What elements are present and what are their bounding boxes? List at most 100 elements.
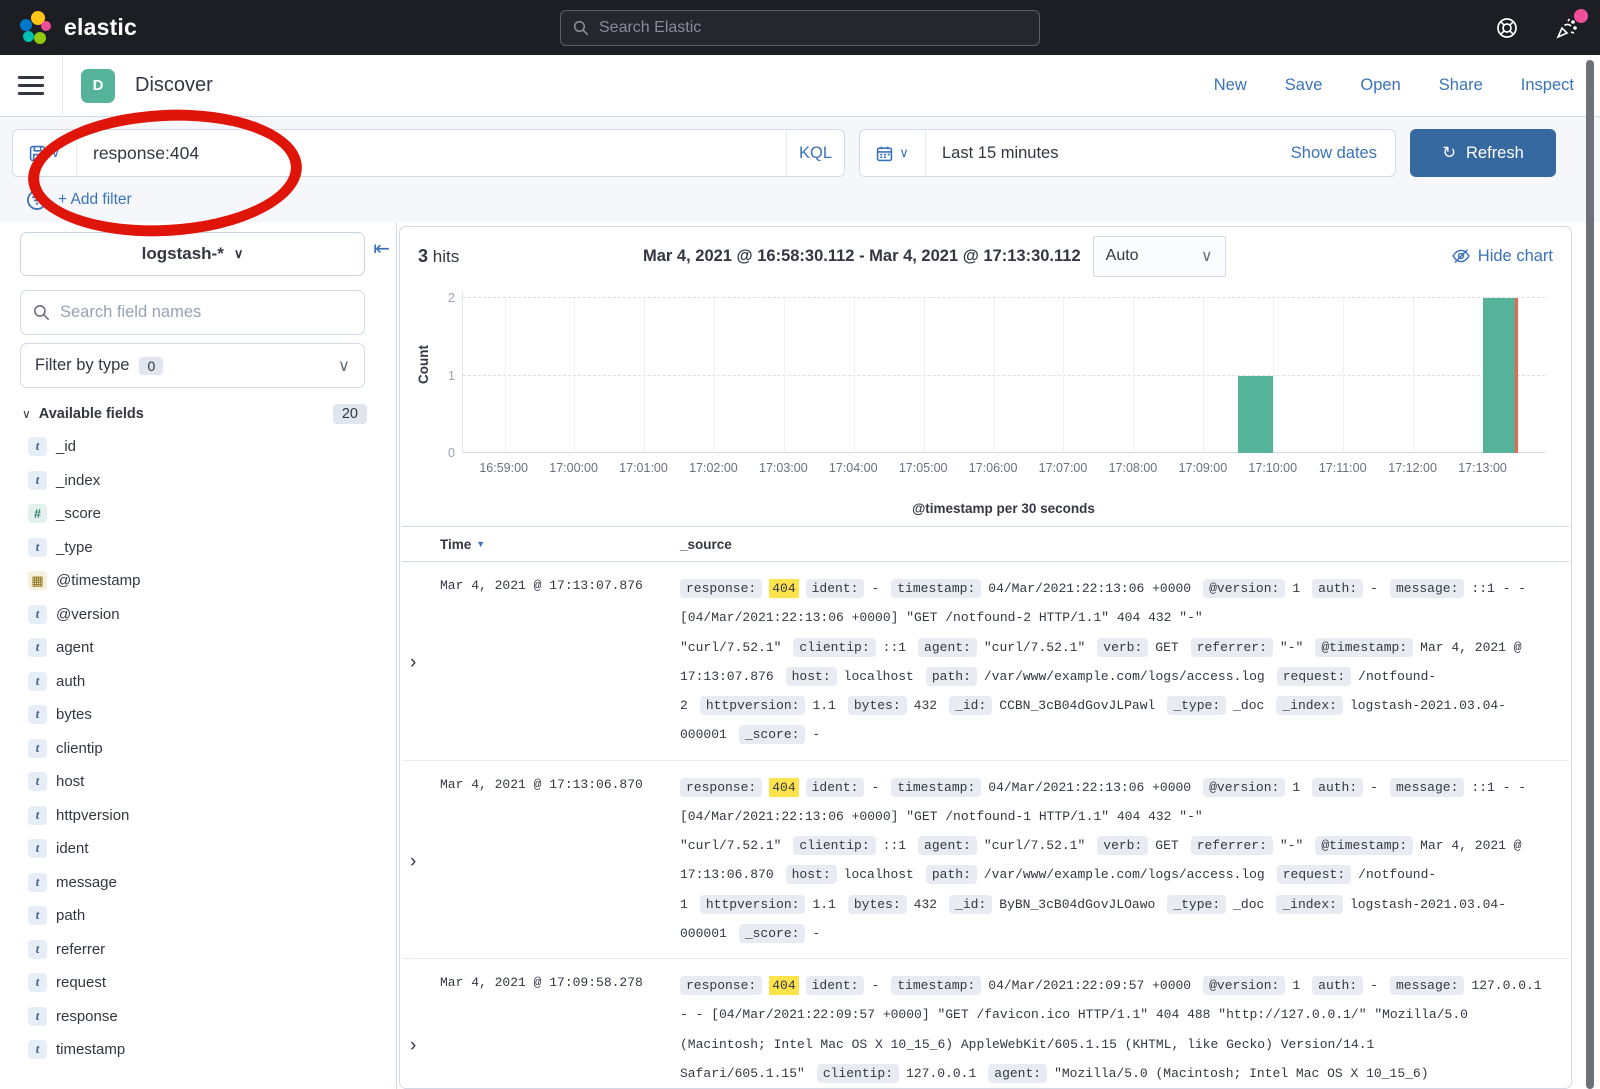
time-column-header[interactable]: Time ▼ [440,537,680,552]
field-value: _doc [1233,897,1264,912]
open-button[interactable]: Open [1360,76,1400,95]
field-value: ::1 [883,838,906,853]
field-chip-agent: agent: [988,1064,1047,1083]
hide-chart-button[interactable]: Hide chart [1452,247,1553,266]
help-icon[interactable] [1494,15,1520,41]
chevron-down-icon: ∨ [899,145,909,161]
interval-select[interactable]: Auto ∨ [1093,236,1226,277]
date-picker-menu-button[interactable]: ∨ [860,130,926,176]
show-dates-button[interactable]: Show dates [1273,144,1395,163]
histogram-bar-17:09:30[interactable] [1238,376,1273,454]
field-item-host[interactable]: thost [20,765,376,799]
field-type-string-icon: t [28,940,47,959]
field-item-referrer[interactable]: treferrer [20,933,376,967]
field-item-request[interactable]: trequest [20,966,376,1000]
field-item-ident[interactable]: tident [20,832,376,866]
source-column-header: _source [680,537,732,552]
query-input[interactable]: response:404 [77,130,786,176]
available-fields-header[interactable]: ∨ Available fields 20 [22,404,367,424]
kql-language-button[interactable]: KQL [786,130,844,176]
field-chip-bytes: bytes: [848,696,907,715]
x-tick: 17:03:00 [759,461,808,475]
x-axis: 16:59:0017:00:0017:01:0017:02:0017:03:00… [462,461,1545,485]
field-type-string-icon: t [28,739,47,758]
field-search-input[interactable]: Search field names [20,290,365,335]
elastic-brand[interactable]: elastic [20,11,560,45]
x-tick: 17:02:00 [689,461,738,475]
new-button[interactable]: New [1214,76,1247,95]
x-tick: 17:04:00 [829,461,878,475]
x-tick: 17:07:00 [1039,461,1088,475]
documents-table: Time ▼ _source ›Mar 4, 2021 @ 17:13:07.8… [402,526,1569,1089]
save-button[interactable]: Save [1285,76,1323,95]
field-item-@version[interactable]: t@version [20,598,376,632]
field-chip-_index: _index: [1276,895,1343,914]
field-item-response[interactable]: tresponse [20,1000,376,1034]
collapse-sidebar-icon[interactable]: ⇤ [373,236,390,261]
celebration-icon[interactable] [1554,15,1580,41]
doc-time: Mar 4, 2021 @ 17:13:06.870 [440,773,680,949]
field-chip-@timestamp: @timestamp: [1315,638,1413,657]
field-chip-httpversion: httpversion: [700,895,806,914]
field-chip-response: response: [680,579,762,598]
type-filter-count-badge: 0 [139,357,163,375]
field-chip-message: message: [1390,778,1464,797]
x-tick: 17:01:00 [619,461,668,475]
x-axis-title: @timestamp per 30 seconds [462,501,1545,516]
refresh-button[interactable]: ↻ Refresh [1410,129,1556,177]
field-item-auth[interactable]: tauth [20,665,376,699]
index-pattern-select[interactable]: logstash-* ∨ [20,232,365,276]
menu-icon[interactable] [18,76,44,95]
field-value: "curl/7.52.1" [984,640,1085,655]
expand-doc-button[interactable]: › [410,773,440,949]
field-item-_id[interactable]: t_id [20,430,376,464]
field-value: 1.1 [812,897,835,912]
field-item-path[interactable]: tpath [20,899,376,933]
doc-time: Mar 4, 2021 @ 17:09:58.278 [440,971,680,1089]
field-item-@timestamp[interactable]: ▦@timestamp [20,564,376,598]
field-chip-@version: @version: [1203,778,1285,797]
field-item-_index[interactable]: t_index [20,464,376,498]
field-item-agent[interactable]: tagent [20,631,376,665]
field-chip-path: path: [926,865,977,884]
field-item-httpversion[interactable]: thttpversion [20,799,376,833]
field-type-string-icon: t [28,772,47,791]
field-item-bytes[interactable]: tbytes [20,698,376,732]
field-value: 404 [769,976,798,995]
field-chip-request: request: [1277,865,1351,884]
expand-doc-button[interactable]: › [410,971,440,1089]
histogram-bar-17:13:00[interactable] [1483,298,1518,453]
expand-doc-button[interactable]: › [410,574,440,750]
field-type-string-icon: t [28,638,47,657]
add-filter-button[interactable]: + Add filter [58,191,132,209]
inspect-button[interactable]: Inspect [1521,76,1574,95]
field-item-timestamp[interactable]: ttimestamp [20,1033,376,1067]
global-search-placeholder: Search Elastic [599,19,701,37]
filter-by-type-select[interactable]: Filter by type 0 ∨ [20,343,365,388]
field-value: 04/Mar/2021:22:13:06 +0000 [988,581,1191,596]
saved-query-menu-button[interactable]: ∨ [13,130,77,176]
y-tick: 0 [429,446,455,460]
global-search-input[interactable]: Search Elastic [560,10,1040,46]
field-value: - [812,727,820,742]
field-item-clientip[interactable]: tclientip [20,732,376,766]
share-button[interactable]: Share [1439,76,1483,95]
time-range-value[interactable]: Last 15 minutes [926,144,1273,163]
field-chip-ident: ident: [806,579,865,598]
field-chip-clientip: clientip: [817,1064,899,1083]
refresh-icon: ↻ [1442,143,1456,163]
discover-app-badge[interactable]: D [81,69,115,103]
field-name: auth [56,673,85,690]
field-item-message[interactable]: tmessage [20,866,376,900]
field-name: bytes [56,706,92,723]
vertical-scrollbar[interactable] [1586,60,1594,1089]
chart-plot-area[interactable]: 012 [462,291,1545,453]
field-item-_type[interactable]: t_type [20,531,376,565]
field-chip-response: response: [680,778,762,797]
filter-icon[interactable] [26,189,48,211]
field-chip-auth: auth: [1312,778,1363,797]
y-tick: 1 [429,369,455,383]
field-item-_score[interactable]: #_score [20,497,376,531]
field-chip-referrer: referrer: [1191,638,1273,657]
field-value: - [1370,978,1378,993]
